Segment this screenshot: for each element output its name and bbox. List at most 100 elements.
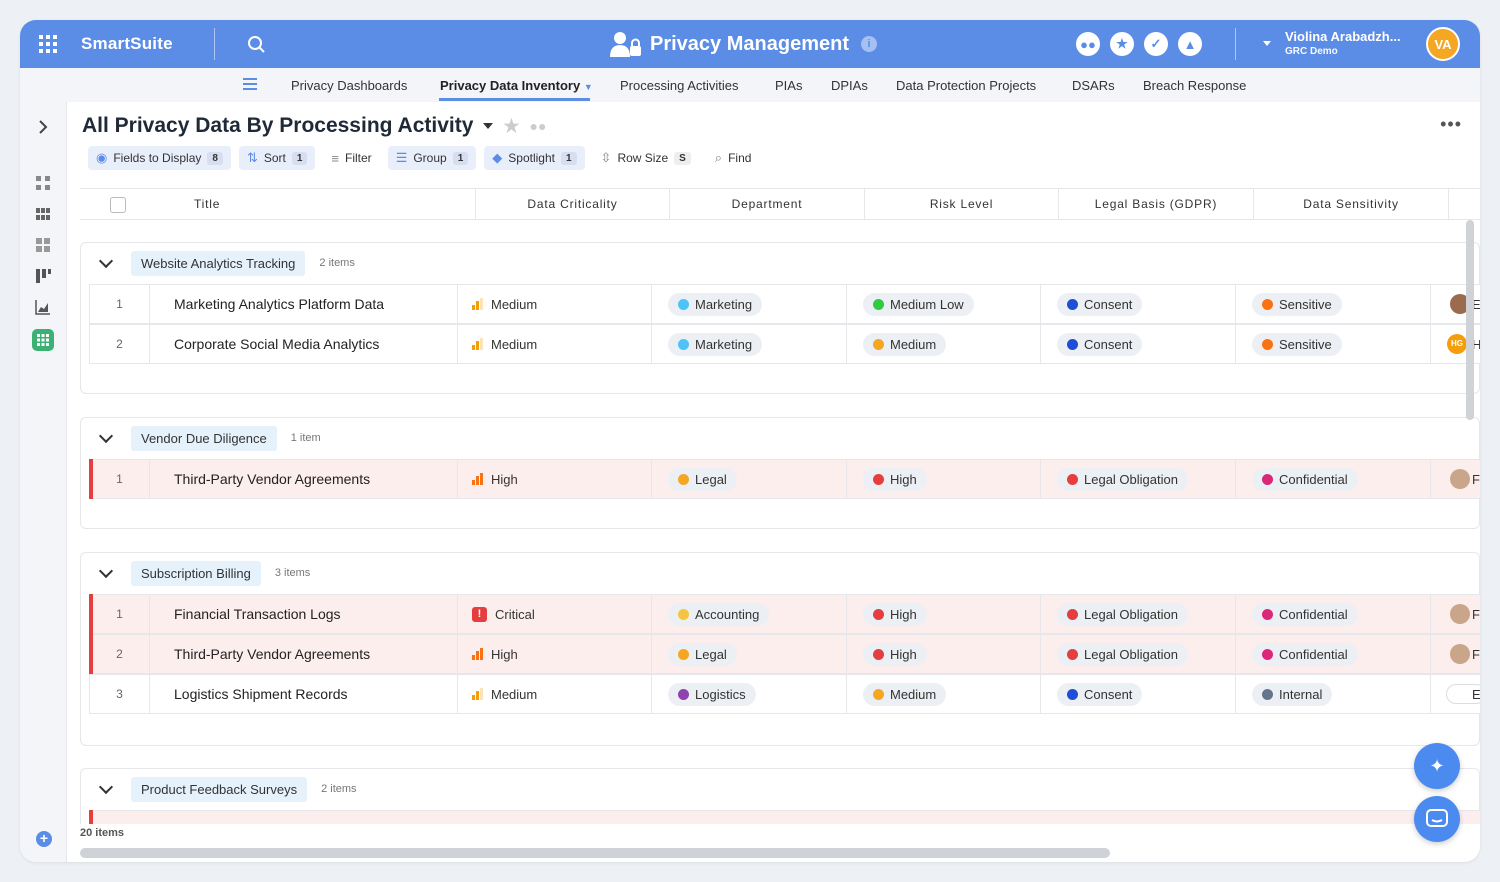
view-title[interactable]: All Privacy Data By Processing Activity … bbox=[82, 114, 546, 138]
chevron-down-icon[interactable] bbox=[98, 428, 114, 443]
table-row[interactable]: 1 Third-Party Vendor Agreements High Leg… bbox=[89, 459, 1480, 499]
chart-view-icon[interactable] bbox=[34, 298, 52, 316]
apps-grid-icon[interactable] bbox=[38, 34, 58, 54]
user-menu[interactable]: Violina Arabadzh... GRC Demo bbox=[1285, 29, 1401, 57]
group-header[interactable]: Website Analytics Tracking 2 items bbox=[98, 243, 355, 283]
risk-cell[interactable]: High bbox=[847, 635, 1041, 673]
table-row[interactable]: 2 Third-Party Vendor Agreements High Leg… bbox=[89, 634, 1480, 674]
user-menu-caret-icon[interactable] bbox=[1263, 41, 1271, 46]
column-header-department[interactable]: Department bbox=[670, 189, 865, 219]
hamburger-menu-icon[interactable] bbox=[243, 78, 257, 90]
expand-chevron-icon[interactable] bbox=[34, 118, 52, 136]
legal-basis-cell[interactable]: Consent bbox=[1041, 675, 1236, 713]
sensitivity-cell[interactable]: Sensitive bbox=[1236, 285, 1431, 323]
risk-cell[interactable]: High bbox=[847, 595, 1041, 633]
ai-sparkle-button[interactable]: ✦ bbox=[1414, 743, 1460, 789]
chevron-down-icon[interactable] bbox=[98, 563, 114, 578]
column-header-data-sensitivity[interactable]: Data Sensitivity bbox=[1254, 189, 1449, 219]
fields-to-display-button[interactable]: ◉ Fields to Display 8 bbox=[88, 146, 231, 170]
members-icon[interactable]: ●● bbox=[1076, 32, 1100, 56]
risk-cell[interactable]: Medium bbox=[847, 325, 1041, 363]
criticality-cell[interactable]: High bbox=[458, 460, 652, 498]
sort-button[interactable]: ⇅ Sort 1 bbox=[238, 146, 316, 170]
risk-cell[interactable]: Medium Low bbox=[847, 285, 1041, 323]
column-header-risk-level[interactable]: Risk Level bbox=[865, 189, 1059, 219]
nav-breach-response[interactable]: Breach Response bbox=[1143, 78, 1246, 93]
group-header[interactable]: Product Feedback Surveys 2 items bbox=[98, 769, 357, 809]
vertical-scrollbar[interactable] bbox=[1466, 220, 1474, 420]
kanban-view-icon[interactable] bbox=[34, 267, 52, 285]
criticality-cell[interactable]: Medium bbox=[458, 675, 652, 713]
legal-basis-cell[interactable]: Consent bbox=[1041, 285, 1236, 323]
criticality-cell[interactable]: High bbox=[458, 635, 652, 673]
star-icon[interactable]: ★ bbox=[503, 116, 519, 137]
user-avatar[interactable]: VA bbox=[1426, 27, 1460, 61]
share-people-icon[interactable]: ●● bbox=[530, 118, 547, 134]
department-cell[interactable]: Legal bbox=[652, 635, 847, 673]
owner-avatar[interactable]: HG bbox=[1447, 334, 1467, 354]
tasks-check-icon[interactable]: ✓ bbox=[1144, 32, 1168, 56]
legal-basis-cell[interactable]: Consent bbox=[1041, 325, 1236, 363]
dashboard-view-icon[interactable] bbox=[34, 236, 52, 254]
select-all-checkbox[interactable] bbox=[110, 197, 126, 213]
find-button[interactable]: ⌕ Find bbox=[707, 146, 760, 170]
chevron-down-icon[interactable] bbox=[483, 123, 494, 129]
nav-privacy-dashboards[interactable]: Privacy Dashboards bbox=[291, 78, 407, 93]
chevron-down-icon[interactable] bbox=[98, 253, 114, 268]
chevron-down-icon[interactable] bbox=[98, 779, 114, 794]
table-row[interactable]: 1 Marketing Analytics Platform Data Medi… bbox=[89, 284, 1480, 324]
sensitivity-cell[interactable]: Sensitive bbox=[1236, 325, 1431, 363]
risk-cell[interactable]: Medium bbox=[847, 675, 1041, 713]
department-cell[interactable]: Legal bbox=[652, 460, 847, 498]
group-header[interactable]: Vendor Due Diligence 1 item bbox=[98, 418, 321, 458]
owner-avatar[interactable] bbox=[1450, 644, 1470, 664]
nav-dpias[interactable]: DPIAs bbox=[831, 78, 868, 93]
owner-avatar[interactable] bbox=[1450, 604, 1470, 624]
chat-support-button[interactable] bbox=[1414, 796, 1460, 842]
column-header-title[interactable]: Title bbox=[140, 189, 476, 219]
search-icon[interactable] bbox=[246, 34, 266, 54]
department-cell[interactable]: Logistics bbox=[652, 675, 847, 713]
nav-processing-activities[interactable]: Processing Activities bbox=[620, 78, 739, 93]
spotlight-button[interactable]: ◆ Spotlight 1 bbox=[484, 146, 585, 170]
sensitivity-cell[interactable]: Confidential bbox=[1236, 595, 1431, 633]
card-view-icon[interactable] bbox=[34, 205, 52, 223]
info-icon[interactable]: i bbox=[860, 36, 877, 52]
group-header[interactable]: Subscription Billing 3 items bbox=[98, 553, 310, 593]
nav-privacy-data-inventory[interactable]: Privacy Data Inventory ▼ bbox=[440, 78, 593, 93]
owner-avatar[interactable] bbox=[1450, 469, 1470, 489]
row-size-button[interactable]: ⇳ Row Size S bbox=[593, 146, 699, 170]
criticality-cell[interactable]: ! Critical bbox=[458, 595, 652, 633]
nav-data-protection-projects[interactable]: Data Protection Projects bbox=[896, 78, 1036, 93]
table-view-icon[interactable] bbox=[32, 329, 54, 351]
legal-basis-cell[interactable]: Legal Obligation bbox=[1041, 635, 1236, 673]
column-header-data-criticality[interactable]: Data Criticality bbox=[476, 189, 670, 219]
criticality-cell[interactable]: Medium bbox=[458, 285, 652, 323]
legal-basis-cell[interactable]: Legal Obligation bbox=[1041, 460, 1236, 498]
department-cell[interactable]: Marketing bbox=[652, 285, 847, 323]
filter-button[interactable]: ≡ Filter bbox=[323, 146, 379, 170]
nav-dsars[interactable]: DSARs bbox=[1072, 78, 1115, 93]
table-row[interactable]: 2 Corporate Social Media Analytics Mediu… bbox=[89, 324, 1480, 364]
department-cell[interactable]: Marketing bbox=[652, 325, 847, 363]
grid-view-icon[interactable] bbox=[34, 174, 52, 192]
sensitivity-cell[interactable]: Internal bbox=[1236, 675, 1431, 713]
horizontal-scrollbar[interactable] bbox=[80, 848, 1110, 858]
add-view-plus-icon[interactable]: + bbox=[36, 831, 52, 847]
sensitivity-cell[interactable]: Confidential bbox=[1236, 460, 1431, 498]
table-row[interactable]: 3 Logistics Shipment Records Medium Logi… bbox=[89, 674, 1480, 714]
criticality-cell[interactable]: Medium bbox=[458, 325, 652, 363]
legal-basis-cell[interactable]: Legal Obligation bbox=[1041, 595, 1236, 633]
table-row[interactable]: 1 Financial Transaction Logs ! Critical A… bbox=[89, 594, 1480, 634]
sensitivity-cell[interactable]: Confidential bbox=[1236, 635, 1431, 673]
nav-pias[interactable]: PIAs bbox=[775, 78, 802, 93]
risk-cell[interactable]: High bbox=[847, 460, 1041, 498]
table-row[interactable] bbox=[89, 810, 1480, 824]
notifications-bell-icon[interactable]: ▲ bbox=[1178, 32, 1202, 56]
more-options-icon[interactable]: ••• bbox=[1440, 114, 1462, 135]
brand-logo[interactable]: SmartSuite bbox=[81, 34, 173, 54]
favorites-star-icon[interactable]: ★ bbox=[1110, 32, 1134, 56]
column-header-legal-basis[interactable]: Legal Basis (GDPR) bbox=[1059, 189, 1254, 219]
group-button[interactable]: ☰ Group 1 bbox=[387, 146, 477, 170]
department-cell[interactable]: Accounting bbox=[652, 595, 847, 633]
